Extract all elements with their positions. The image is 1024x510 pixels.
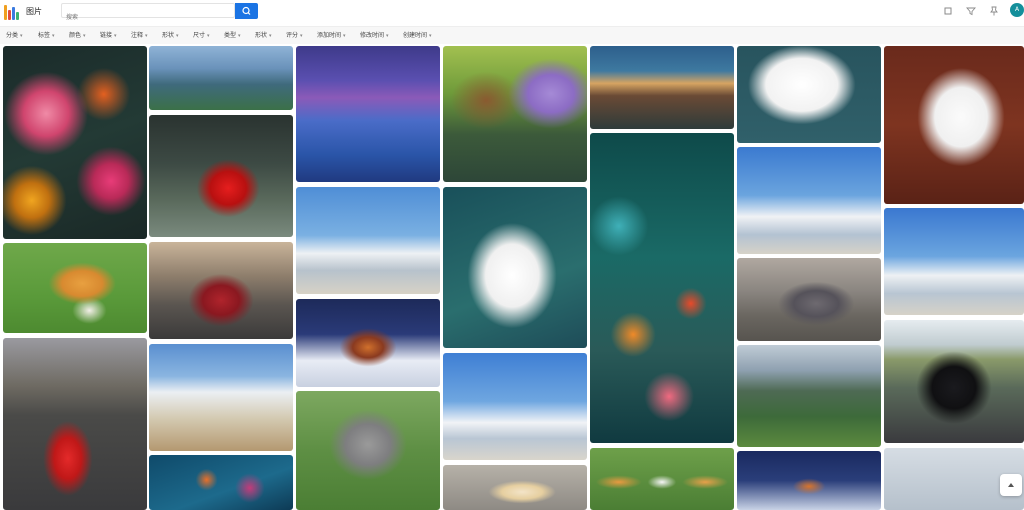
image-tile[interactable] [884, 46, 1024, 204]
image-tile[interactable] [737, 451, 881, 510]
image-gallery [0, 44, 1024, 510]
search-box[interactable] [61, 3, 235, 24]
filter-label: 注释 [131, 32, 144, 39]
chevron-down-icon: ▾ [176, 33, 179, 39]
chevron-down-icon: ▾ [269, 33, 272, 39]
image-tile[interactable] [590, 46, 734, 129]
filter-rating[interactable]: 评分 ▾ [286, 30, 303, 39]
filter-label: 形状 [162, 32, 175, 39]
filter-label: 颜色 [69, 32, 82, 39]
image-tile[interactable] [443, 353, 587, 460]
chevron-down-icon: ▾ [52, 33, 55, 39]
image-tile[interactable] [3, 46, 147, 239]
search-input[interactable] [62, 11, 226, 24]
filter-category[interactable]: 分类 ▾ [6, 30, 23, 39]
image-tile[interactable] [884, 208, 1024, 315]
image-tile[interactable] [443, 187, 587, 348]
image-tile[interactable] [296, 299, 440, 387]
chevron-down-icon: ▾ [207, 33, 210, 39]
crop-icon[interactable] [943, 6, 953, 16]
image-tile[interactable] [737, 345, 881, 447]
search-icon [242, 6, 251, 15]
app-logo-icon [4, 5, 20, 20]
filter-label: 尺寸 [193, 32, 206, 39]
image-tile[interactable] [149, 344, 293, 451]
arrow-up-icon [1008, 483, 1014, 487]
filter-date-modified[interactable]: 修改时间 ▾ [360, 30, 389, 39]
filter-link[interactable]: 链接 ▾ [100, 30, 117, 39]
filter-label: 评分 [286, 32, 299, 39]
image-tile[interactable] [443, 465, 587, 510]
image-tile[interactable] [149, 242, 293, 339]
chevron-down-icon: ▾ [429, 33, 432, 39]
filter-bar: 分类 ▾ 标签 ▾ 颜色 ▾ 链接 ▾ 注释 ▾ 形状 ▾ 尺寸 ▾ 类型 ▾ 形状 ▾ 评分 ▾ … [0, 26, 1024, 44]
image-tile[interactable] [443, 46, 587, 182]
image-tile[interactable] [590, 133, 734, 443]
filter-shape-2[interactable]: 形状 ▾ [255, 30, 272, 39]
image-tile[interactable] [884, 320, 1024, 443]
chevron-down-icon: ▾ [145, 33, 148, 39]
chevron-down-icon: ▾ [20, 33, 23, 39]
pin-icon[interactable] [989, 6, 999, 16]
avatar[interactable]: A [1010, 3, 1024, 17]
image-tile[interactable] [149, 46, 293, 110]
chevron-down-icon: ▾ [343, 33, 346, 39]
filter-label: 形状 [255, 32, 268, 39]
chevron-down-icon: ▾ [386, 33, 389, 39]
chevron-down-icon: ▾ [300, 33, 303, 39]
filter-label: 分类 [6, 32, 19, 39]
image-tile[interactable] [296, 187, 440, 294]
filter-date-added[interactable]: 添加时间 ▾ [317, 30, 346, 39]
image-tile[interactable] [296, 391, 440, 510]
filter-type[interactable]: 类型 ▾ [224, 30, 241, 39]
filter-icon[interactable] [966, 6, 976, 16]
filter-tags[interactable]: 标签 ▾ [38, 30, 55, 39]
chevron-down-icon: ▾ [238, 33, 241, 39]
image-tile[interactable] [296, 46, 440, 182]
chevron-down-icon: ▾ [114, 33, 117, 39]
filter-color[interactable]: 颜色 ▾ [69, 30, 86, 39]
image-tile[interactable] [737, 147, 881, 254]
filter-shape[interactable]: 形状 ▾ [162, 30, 179, 39]
image-tile[interactable] [737, 46, 881, 143]
search-button[interactable] [235, 3, 258, 19]
filter-notes[interactable]: 注释 ▾ [131, 30, 148, 39]
image-tile[interactable] [149, 115, 293, 237]
filter-size[interactable]: 尺寸 ▾ [193, 30, 210, 39]
filter-label: 添加时间 [317, 32, 342, 39]
image-tile[interactable] [590, 448, 734, 510]
top-bar: 图片 A [0, 0, 1024, 26]
image-tile[interactable] [737, 258, 881, 341]
filter-date-created[interactable]: 创建时间 ▾ [403, 30, 432, 39]
image-tile[interactable] [3, 338, 147, 510]
scroll-top-button[interactable] [1000, 474, 1022, 496]
filter-label: 链接 [100, 32, 113, 39]
image-tile[interactable] [3, 243, 147, 333]
filter-label: 标签 [38, 32, 51, 39]
image-tile[interactable] [149, 455, 293, 510]
app-title: 图片 [26, 7, 42, 16]
filter-label: 修改时间 [360, 32, 385, 39]
chevron-down-icon: ▾ [83, 33, 86, 39]
filter-label: 类型 [224, 32, 237, 39]
filter-label: 创建时间 [403, 32, 428, 39]
